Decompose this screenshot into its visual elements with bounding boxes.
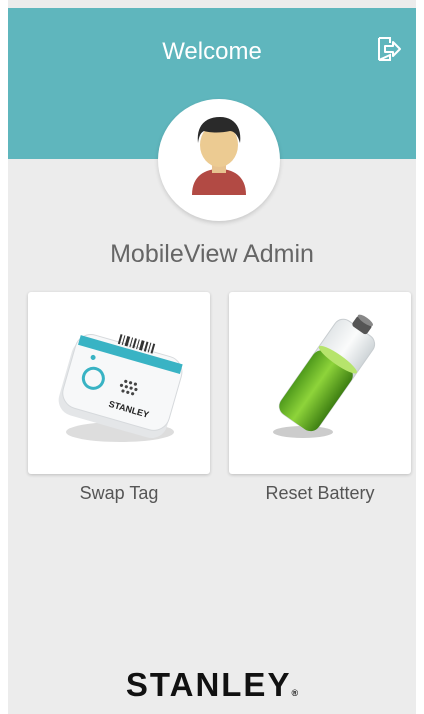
page-title: Welcome — [162, 38, 262, 65]
user-name: MobileView Admin — [110, 240, 314, 268]
registered-mark: ® — [291, 688, 299, 698]
user-avatar-icon — [192, 117, 246, 195]
swap-tag-tile[interactable]: STANLEY — [28, 292, 210, 474]
logout-icon — [378, 37, 401, 61]
reset-battery-label[interactable]: Reset Battery — [229, 483, 411, 504]
battery-icon — [273, 314, 376, 438]
logout-button[interactable] — [376, 36, 402, 62]
reset-battery-tile[interactable] — [229, 292, 411, 474]
asset-tag-device-icon: STANLEY — [58, 334, 183, 442]
footer-brand-logo: STANLEY® — [8, 666, 416, 704]
avatar — [158, 99, 280, 221]
footer-brand-text: STANLEY — [125, 666, 292, 703]
swap-tag-label[interactable]: Swap Tag — [28, 483, 210, 504]
